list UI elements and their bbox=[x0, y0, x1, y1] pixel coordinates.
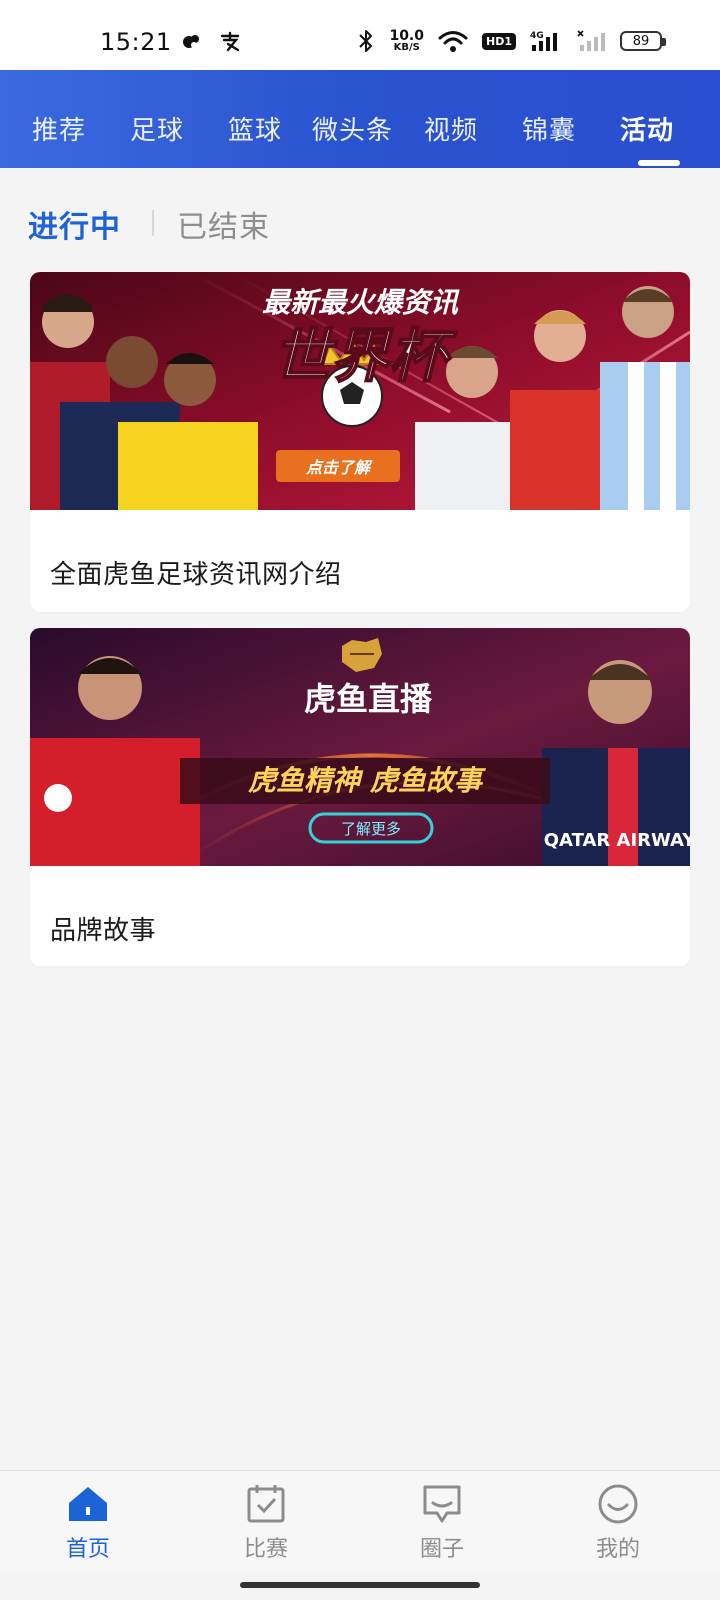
nav-home[interactable]: 首页 bbox=[38, 1481, 138, 1563]
activity-card[interactable]: 最新最火爆资讯 世界杯 点击了解 全面虎鱼足球资讯网介绍 bbox=[30, 272, 690, 612]
status-right-group: 10.0 KB/S HD1 4G 89 bbox=[357, 28, 666, 54]
brand-story-banner[interactable]: QATAR AIRWAYS 虎鱼直播 虎鱼精神 虎鱼故事 了解更多 bbox=[30, 628, 690, 866]
tab-video[interactable]: 视频 bbox=[424, 110, 478, 147]
app-notification-icon bbox=[183, 35, 199, 48]
nav-community-label: 圈子 bbox=[419, 1537, 464, 1562]
banner-cta-label: 点击了解 bbox=[305, 458, 373, 477]
tab-micro-headlines[interactable]: 微头条 bbox=[312, 110, 393, 147]
banner-cta-label: 了解更多 bbox=[341, 820, 401, 838]
status-notification-icons bbox=[180, 30, 242, 54]
activity-card[interactable]: QATAR AIRWAYS 虎鱼直播 虎鱼精神 虎鱼故事 了解更多 品牌故事 bbox=[30, 628, 690, 966]
signal-4g-icon: 4G bbox=[530, 31, 557, 51]
alipay-icon bbox=[220, 31, 240, 52]
tab-basketball[interactable]: 篮球 bbox=[228, 110, 282, 147]
shirt-sponsor-text: QATAR AIRWAYS bbox=[544, 830, 690, 851]
network-speed-unit: KB/S bbox=[393, 42, 420, 53]
banner-slogan: 虎鱼精神 虎鱼故事 bbox=[248, 764, 487, 797]
nav-home-label: 首页 bbox=[65, 1537, 110, 1562]
status-bar: 15:21 10.0 KB/S HD1 4G 89 bbox=[0, 0, 720, 70]
banner-big-title: 世界杯 bbox=[273, 322, 457, 390]
status-time: 15:21 bbox=[100, 28, 172, 56]
battery-indicator: 89 bbox=[620, 31, 666, 51]
nav-profile-label: 我的 bbox=[595, 1537, 640, 1562]
nav-community[interactable]: 圈子 bbox=[392, 1481, 492, 1563]
tab-activities[interactable]: 活动 bbox=[620, 110, 674, 147]
nav-profile[interactable]: 我的 bbox=[568, 1481, 668, 1563]
network-speed-value: 10.0 bbox=[389, 28, 424, 44]
tab-football[interactable]: 足球 bbox=[130, 110, 184, 147]
banner-headline: 虎鱼直播 bbox=[304, 680, 433, 718]
hd-voice-badge: HD1 bbox=[482, 32, 516, 50]
category-tab-bar: 推荐 足球 篮球 微头条 视频 锦囊 活动 bbox=[0, 70, 720, 168]
bluetooth-icon bbox=[359, 30, 373, 52]
battery-level: 89 bbox=[632, 33, 650, 49]
home-indicator[interactable] bbox=[240, 1582, 480, 1588]
world-cup-banner[interactable]: 最新最火爆资讯 世界杯 点击了解 bbox=[30, 272, 690, 510]
filter-divider bbox=[152, 210, 154, 236]
filter-ended[interactable]: 已结束 bbox=[177, 202, 270, 246]
bottom-navigation: 首页 比赛 圈子 我的 bbox=[0, 1470, 720, 1571]
smile-face-icon bbox=[598, 1484, 638, 1524]
chat-bubble-icon bbox=[423, 1485, 461, 1523]
tab-recommend[interactable]: 推荐 bbox=[32, 110, 86, 147]
nav-matches-label: 比赛 bbox=[243, 1537, 288, 1562]
tab-tips[interactable]: 锦囊 bbox=[522, 110, 576, 147]
calendar-check-icon bbox=[247, 1485, 285, 1523]
wifi-icon bbox=[438, 31, 468, 52]
signal-empty-icon bbox=[577, 30, 605, 51]
network-speed: 10.0 KB/S bbox=[389, 29, 424, 53]
banner-headline: 最新最火爆资讯 bbox=[262, 286, 460, 319]
active-tab-indicator bbox=[638, 160, 680, 166]
card-title: 全面虎鱼足球资讯网介绍 bbox=[50, 560, 342, 590]
home-icon bbox=[69, 1487, 107, 1521]
network-type-label: 4G bbox=[530, 31, 544, 41]
nav-matches[interactable]: 比赛 bbox=[216, 1481, 316, 1563]
card-title: 品牌故事 bbox=[50, 916, 157, 946]
filter-ongoing[interactable]: 进行中 bbox=[28, 202, 121, 246]
